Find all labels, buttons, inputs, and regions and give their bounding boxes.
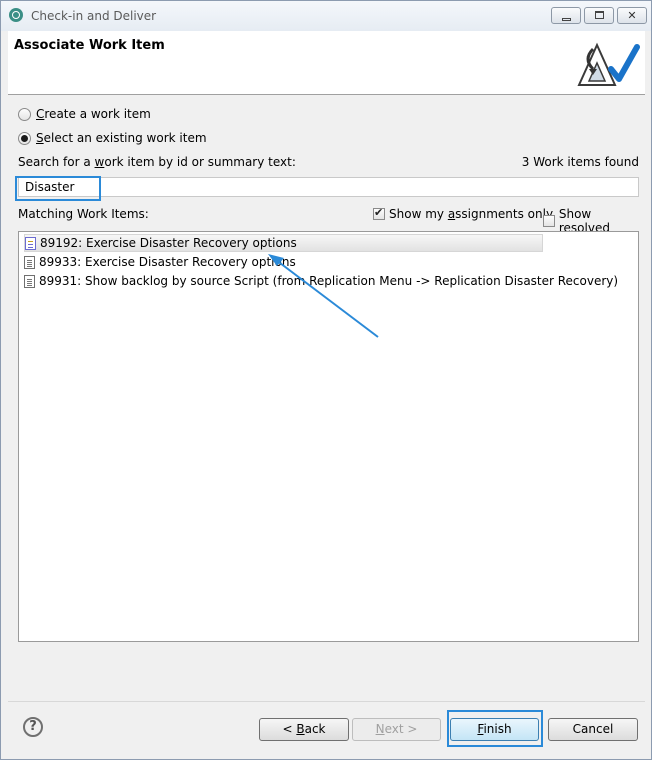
search-label: Search for a work item by id or summary …: [18, 155, 296, 169]
search-input[interactable]: [25, 180, 625, 194]
create-work-item-option[interactable]: Create a work item: [18, 105, 151, 123]
finish-button[interactable]: Finish: [450, 718, 539, 741]
work-item-text: 89192: Exercise Disaster Recovery option…: [40, 236, 297, 250]
task-icon: [24, 274, 35, 288]
button-bar-divider: [8, 701, 645, 702]
list-item[interactable]: 89933: Exercise Disaster Recovery option…: [24, 253, 296, 271]
select-existing-radio[interactable]: [18, 131, 31, 145]
wizard-content: Create a work item Select an existing wo…: [8, 95, 645, 705]
create-work-item-label: Create a work item: [36, 107, 151, 121]
show-resolved-checkbox[interactable]: [543, 215, 555, 227]
close-button[interactable]: ✕: [617, 7, 647, 24]
results-count: 3 Work items found: [521, 155, 639, 169]
minimize-icon: [562, 18, 571, 21]
wizard-banner-icon: [577, 42, 640, 86]
task-icon: [24, 255, 35, 269]
matching-work-items-label: Matching Work Items:: [18, 207, 149, 221]
show-my-assignments-checkbox[interactable]: [373, 206, 385, 220]
dialog-window: Check-in and Deliver ✕ Associate Work It…: [0, 0, 652, 760]
select-existing-label: Select an existing work item: [36, 131, 207, 145]
work-items-list[interactable]: 89192: Exercise Disaster Recovery option…: [18, 231, 639, 642]
back-button[interactable]: < Back: [259, 718, 349, 741]
work-item-text: 89933: Exercise Disaster Recovery option…: [39, 255, 296, 269]
show-my-assignments-option[interactable]: Show my assignments only: [373, 206, 554, 221]
maximize-button[interactable]: [584, 7, 614, 24]
maximize-icon: [595, 11, 604, 19]
next-button[interactable]: Next >: [352, 718, 441, 741]
list-item[interactable]: 89192: Exercise Disaster Recovery option…: [24, 234, 543, 252]
search-field[interactable]: [18, 177, 639, 197]
story-icon: [25, 236, 36, 250]
create-work-item-radio[interactable]: [18, 107, 31, 121]
cancel-button[interactable]: Cancel: [548, 718, 638, 741]
page-title: Associate Work Item: [14, 38, 165, 53]
help-icon[interactable]: ?: [23, 717, 43, 737]
select-existing-work-item-option[interactable]: Select an existing work item: [18, 129, 207, 147]
wizard-header: Associate Work Item: [8, 31, 645, 95]
list-item[interactable]: 89931: Show backlog by source Script (fr…: [24, 272, 618, 290]
work-item-text: 89931: Show backlog by source Script (fr…: [39, 274, 619, 288]
close-icon: ✕: [627, 9, 637, 22]
window-title: Check-in and Deliver: [31, 9, 157, 23]
show-my-assignments-label: Show my assignments only: [389, 207, 554, 221]
title-bar[interactable]: Check-in and Deliver ✕: [1, 1, 651, 31]
app-icon: [9, 8, 23, 22]
minimize-button[interactable]: [551, 7, 581, 24]
